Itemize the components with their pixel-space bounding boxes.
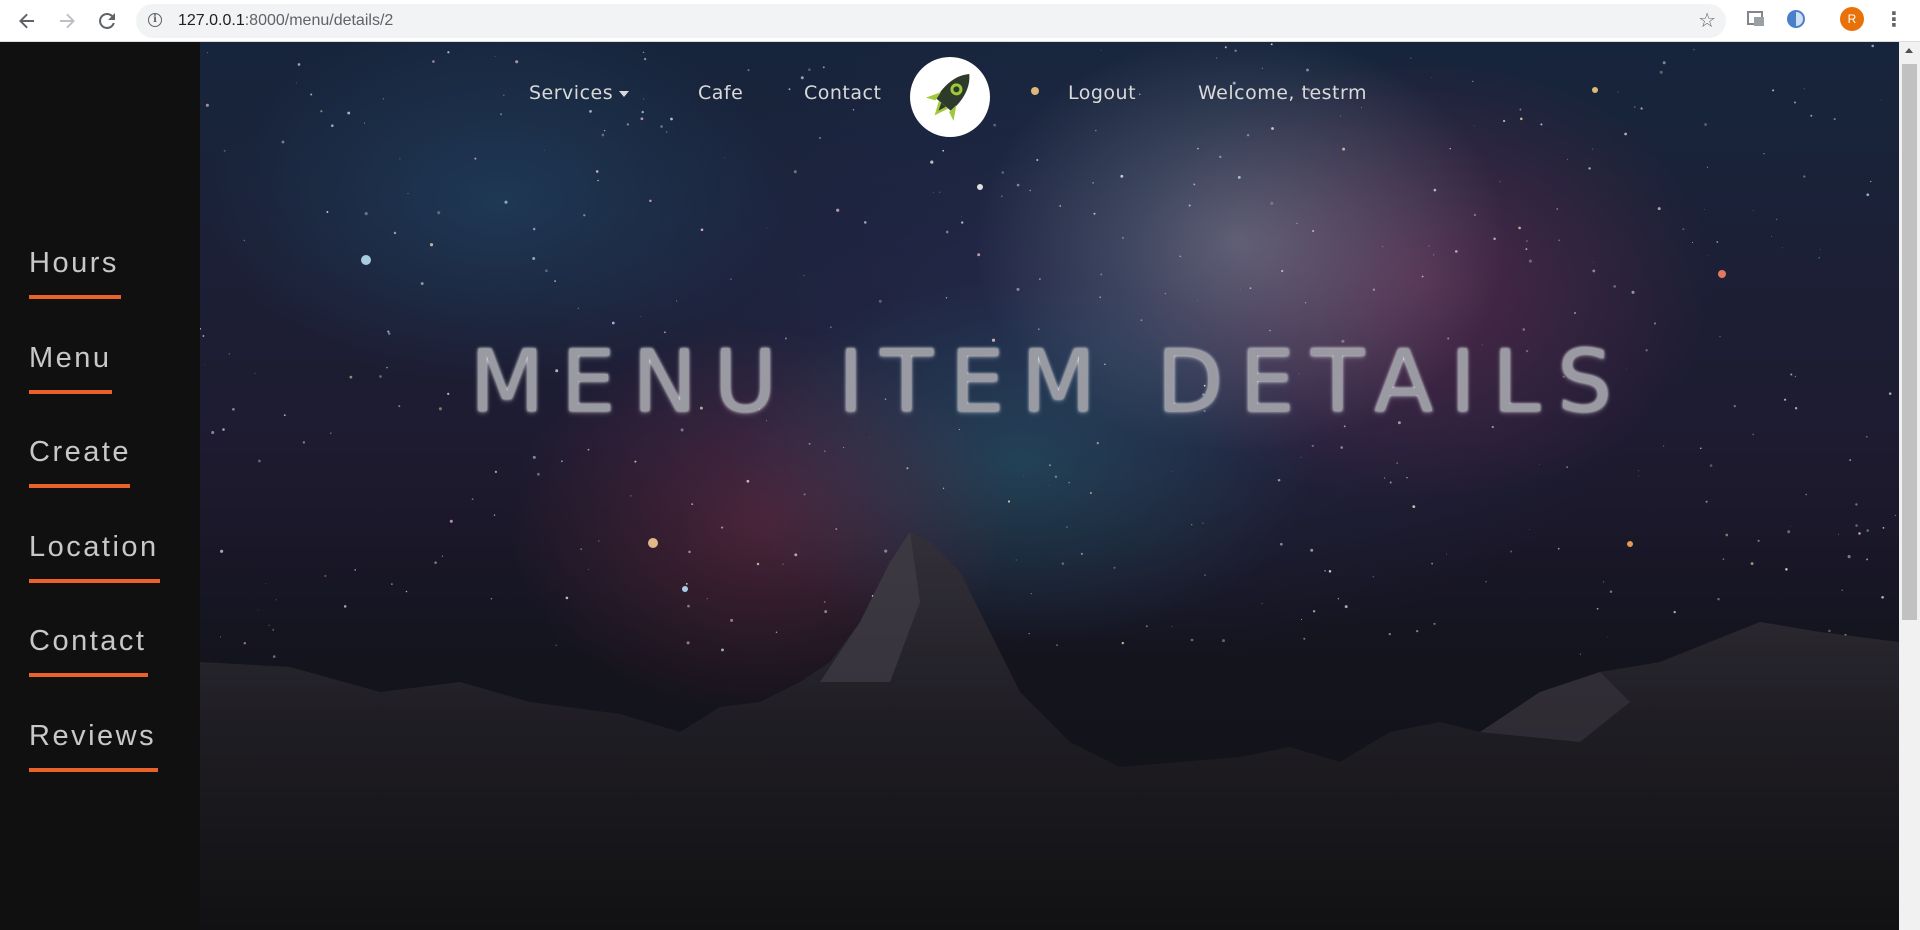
page-title: MENU ITEM DETAILS (469, 332, 1630, 432)
star-icon[interactable]: ☆ (1698, 8, 1716, 32)
sidebar-item-contact[interactable]: Contact (29, 625, 148, 677)
nav-welcome-user: Welcome, testrm (1198, 82, 1367, 104)
sidebar-item-create[interactable]: Create (29, 436, 132, 488)
sidebar-item-location[interactable]: Location (29, 531, 160, 583)
info-icon[interactable]: i (148, 13, 162, 27)
hero-banner: Services Cafe Contact Logout Welcome, te… (200, 42, 1899, 930)
profile-avatar[interactable]: R (1840, 7, 1864, 31)
chevron-down-icon (619, 90, 630, 97)
sidebar-underline (29, 295, 121, 299)
browser-toolbar: i 127.0.0.1:8000/menu/details/2 ☆ R ⋮ (0, 0, 1920, 42)
nav-services-label: Services (529, 82, 614, 104)
scrollbar-thumb[interactable] (1902, 64, 1917, 620)
logo[interactable] (910, 57, 990, 137)
extension-icon[interactable] (1785, 8, 1807, 30)
sidebar-underline (29, 768, 158, 772)
sidebar-item-reviews[interactable]: Reviews (29, 720, 158, 772)
url-text[interactable]: 127.0.0.1:8000/menu/details/2 (178, 12, 393, 30)
address-bar[interactable]: i 127.0.0.1:8000/menu/details/2 ☆ (136, 4, 1726, 38)
sidebar-item-hours[interactable]: Hours (29, 247, 121, 299)
rocket-icon (925, 74, 970, 121)
nav-logout[interactable]: Logout (1068, 82, 1136, 104)
sidebar-underline (29, 579, 160, 583)
top-navbar: Services Cafe Contact Logout Welcome, te… (200, 42, 1899, 142)
sidebar-item-menu[interactable]: Menu (29, 342, 112, 394)
mountain-silhouette (200, 42, 1899, 930)
sidebar-underline (29, 673, 148, 677)
nav-contact[interactable]: Contact (804, 82, 881, 104)
nav-services-dropdown[interactable]: Services (529, 82, 630, 104)
sidebar-underline (29, 390, 112, 394)
sidebar-item-label: Reviews (29, 720, 157, 752)
sidebar-underline (29, 484, 130, 488)
sidebar-item-label: Create (29, 436, 132, 468)
nav-cafe[interactable]: Cafe (698, 82, 743, 104)
reload-icon[interactable] (92, 6, 122, 36)
scrollbar[interactable] (1899, 42, 1920, 930)
sidebar-item-label: Menu (29, 342, 112, 374)
sidebar: Hours Menu Create Location Contact Revie… (0, 42, 200, 930)
extension-icon[interactable] (1745, 8, 1767, 30)
sidebar-item-label: Hours (29, 247, 119, 279)
menu-dots-icon[interactable]: ⋮ (1884, 8, 1904, 34)
sidebar-item-label: Contact (29, 625, 147, 657)
forward-icon[interactable] (52, 6, 82, 36)
scroll-up-icon[interactable] (1905, 48, 1913, 53)
sidebar-item-label: Location (29, 531, 159, 563)
back-icon[interactable] (12, 6, 42, 36)
